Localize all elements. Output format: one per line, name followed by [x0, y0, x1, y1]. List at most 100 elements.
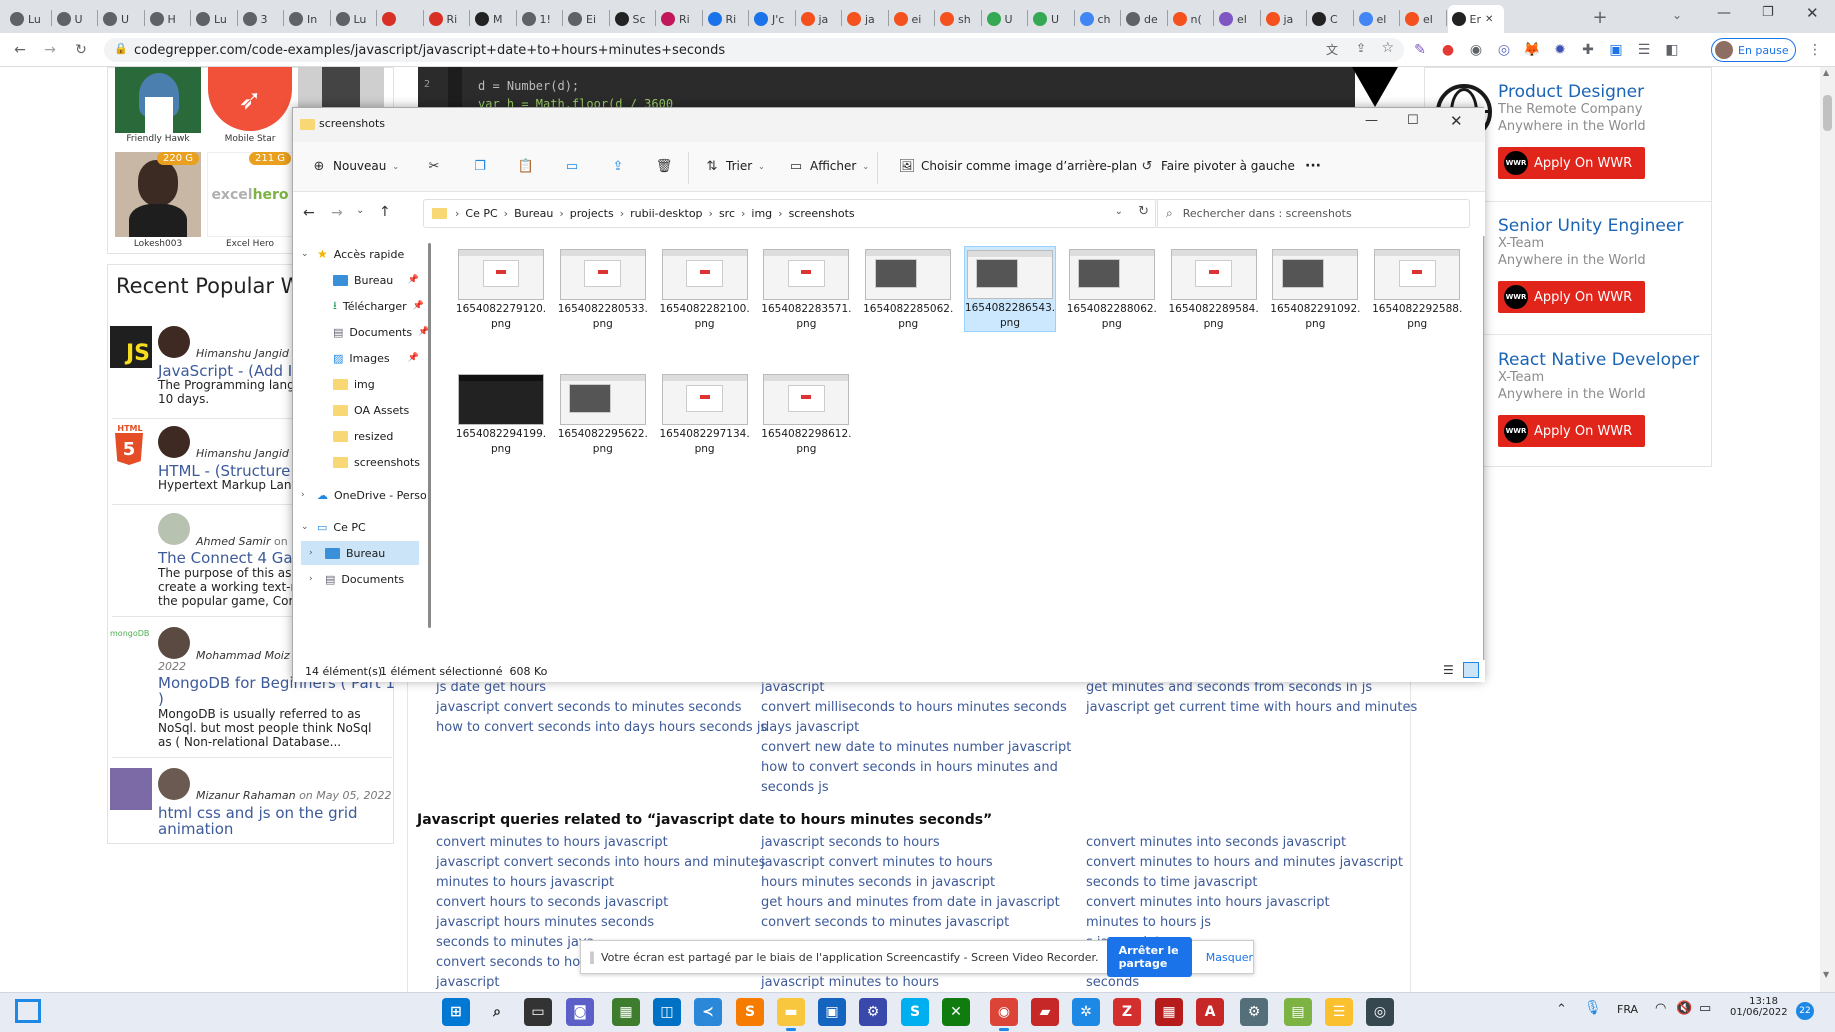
apply-button[interactable]: WWR Apply On WWR — [1498, 147, 1645, 179]
new-tab-button[interactable]: + — [1590, 7, 1610, 28]
share-button[interactable]: ⇪ — [610, 158, 626, 174]
new-button[interactable]: ⊕ Nouveau ⌄ — [311, 158, 400, 174]
related-link[interactable]: get minutes and seconds from seconds in … — [1086, 680, 1372, 695]
author-avatar[interactable] — [158, 768, 190, 800]
settings-sync-icon[interactable]: ✲ — [1072, 998, 1100, 1026]
file-item[interactable]: 1654082282100.png — [659, 246, 751, 332]
chevron-icon[interactable]: ⌄ — [301, 249, 311, 259]
nav-item[interactable]: ▨ Images 📌 — [301, 346, 419, 370]
author-avatar[interactable] — [158, 426, 190, 458]
page-scrollbar[interactable] — [1820, 67, 1835, 992]
reading-list-icon[interactable]: ☰ — [1634, 40, 1654, 60]
nav-item[interactable]: ⭳ Télécharger 📌 — [301, 294, 424, 318]
chevron-right-icon[interactable]: › — [504, 207, 508, 220]
breadcrumb-item[interactable]: rubii-desktop — [630, 207, 702, 220]
extension-box-icon[interactable]: ▣ — [1606, 40, 1626, 60]
related-link[interactable]: how to convert seconds into days hours s… — [436, 720, 767, 735]
breadcrumb-item[interactable]: img — [751, 207, 772, 220]
browser-tab[interactable]: H — [146, 5, 191, 33]
browser-tab[interactable]: Ri — [704, 5, 749, 33]
browser-tab[interactable] — [378, 5, 423, 33]
chevron-right-icon[interactable]: › — [455, 207, 459, 220]
screencastify-extension-icon[interactable]: ● — [1438, 40, 1458, 60]
nav-item[interactable]: ⌄ ★ Accès rapide — [301, 242, 419, 266]
scroll-down-icon[interactable]: ▼ — [1823, 970, 1829, 979]
file-item[interactable]: 1654082297134.png — [659, 371, 751, 457]
nav-item[interactable]: OA Assets — [301, 398, 419, 422]
related-link[interactable]: javascript convert minutes to hours — [761, 855, 993, 870]
extension-circle-icon[interactable]: ◎ — [1494, 40, 1514, 60]
related-link[interactable]: convert new date to minutes number javas… — [761, 740, 1071, 755]
post-author[interactable]: Himanshu Jangid — [196, 347, 289, 360]
related-link[interactable]: get hours and minutes from date in javas… — [761, 895, 1060, 910]
drag-handle-icon[interactable]: ‖ — [589, 950, 595, 964]
speaker-muted-icon[interactable]: 🔇 — [1676, 1001, 1692, 1016]
post-author[interactable]: Mizanur Rahaman — [196, 789, 296, 802]
author-avatar[interactable] — [158, 627, 190, 659]
tab-search-icon[interactable]: ⌄ — [1672, 8, 1682, 22]
chrome-icon[interactable]: ◉ — [990, 998, 1018, 1026]
restore-icon[interactable]: ❐ — [1762, 5, 1774, 20]
skype-icon[interactable]: S — [901, 998, 929, 1026]
rename-button[interactable]: ▭ — [564, 158, 580, 174]
store-icon[interactable]: ▣ — [818, 998, 846, 1026]
browser-tab[interactable]: ei — [890, 5, 935, 33]
spreadsheet-icon[interactable]: ▤ — [1284, 998, 1312, 1026]
file-item[interactable]: 1654082289584.png — [1168, 246, 1260, 332]
copy-button[interactable]: ❐ — [472, 158, 488, 174]
post-thumbnail[interactable] — [110, 768, 152, 810]
related-link[interactable]: how to convert seconds in hours minutes … — [761, 760, 1058, 775]
up-arrow-icon[interactable]: ↑ — [379, 204, 391, 220]
bookmark-star-icon[interactable]: ☆ — [1381, 40, 1394, 56]
breadcrumb-item[interactable]: Ce PC — [465, 207, 497, 220]
browser-tab[interactable]: In — [285, 5, 330, 33]
details-view-icon[interactable]: ☰ — [1443, 663, 1454, 677]
related-link[interactable]: convert minutes into seconds javascript — [1086, 835, 1346, 850]
browser-tab[interactable]: ja — [843, 5, 888, 33]
forward-icon[interactable]: → — [331, 205, 343, 221]
related-link[interactable]: javascript convert seconds into hours an… — [436, 855, 765, 870]
file-item[interactable]: 1654082285062.png — [862, 246, 954, 332]
browser-tab[interactable]: U — [53, 5, 98, 33]
nav-item[interactable]: Bureau 📌 — [301, 268, 419, 292]
browser-tab[interactable]: U — [1029, 5, 1074, 33]
notification-badge[interactable]: 22 — [1796, 1002, 1814, 1020]
browser-tab[interactable]: ja — [1262, 5, 1307, 33]
file-item[interactable]: 1654082298612.png — [760, 371, 852, 457]
browser-tab[interactable]: Ei — [564, 5, 609, 33]
winrar-icon[interactable]: ▦ — [1155, 998, 1183, 1026]
related-link[interactable]: seconds — [1086, 975, 1139, 990]
system-settings-icon[interactable]: ⚙ — [1240, 998, 1268, 1026]
nav-item[interactable]: screenshots — [301, 450, 420, 474]
nav-item[interactable]: ⌄ ▭ Ce PC — [301, 515, 419, 539]
rotate-left-button[interactable]: ↺ Faire pivoter à gauche — [1139, 158, 1295, 174]
more-options-button[interactable]: ··· — [1305, 158, 1321, 174]
explorer-search-input[interactable]: ⌕ Rechercher dans : screenshots — [1155, 199, 1470, 228]
job-title-link[interactable]: React Native Developer — [1498, 350, 1699, 370]
metamask-icon[interactable]: 🦊 — [1522, 40, 1542, 60]
browser-tab[interactable]: Er ✕ — [1447, 5, 1504, 33]
filezilla-app-icon[interactable]: ▰ — [1031, 998, 1059, 1026]
chevron-right-icon[interactable]: › — [620, 207, 624, 220]
related-link[interactable]: convert hours to seconds javascript — [436, 895, 668, 910]
explorer-address-bar[interactable]: › Ce PC › Bureau › projects › rubii-desktop › src… — [423, 199, 1158, 228]
post-author[interactable]: Ahmed Samir — [196, 535, 270, 548]
related-link[interactable]: javascript seconds to hours — [761, 835, 940, 850]
chevron-right-icon[interactable]: › — [709, 207, 713, 220]
breadcrumb-item[interactable]: src — [719, 207, 735, 220]
related-link[interactable]: javascript hours minutes seconds — [436, 915, 654, 930]
related-link[interactable]: minutes to hours js — [1086, 915, 1211, 930]
related-link[interactable]: minutes to hours javascript — [436, 875, 614, 890]
related-link[interactable]: seconds js — [761, 780, 829, 795]
browser-tab[interactable]: el — [1355, 5, 1400, 33]
nav-item[interactable]: › Bureau — [301, 541, 419, 565]
related-link[interactable]: convert seconds to minutes javascript — [761, 915, 1009, 930]
apply-button[interactable]: WWR Apply On WWR — [1498, 415, 1645, 447]
related-link[interactable]: seconds to time javascript — [1086, 875, 1257, 890]
post-title-link-cont[interactable]: ) — [158, 690, 164, 708]
back-icon[interactable]: ← — [10, 40, 30, 60]
file-item[interactable]: 1654082294199.png — [455, 371, 547, 457]
file-item[interactable]: 1654082280533.png — [557, 246, 649, 332]
cut-button[interactable]: ✂ — [426, 158, 442, 174]
user-avatar[interactable] — [298, 67, 384, 107]
